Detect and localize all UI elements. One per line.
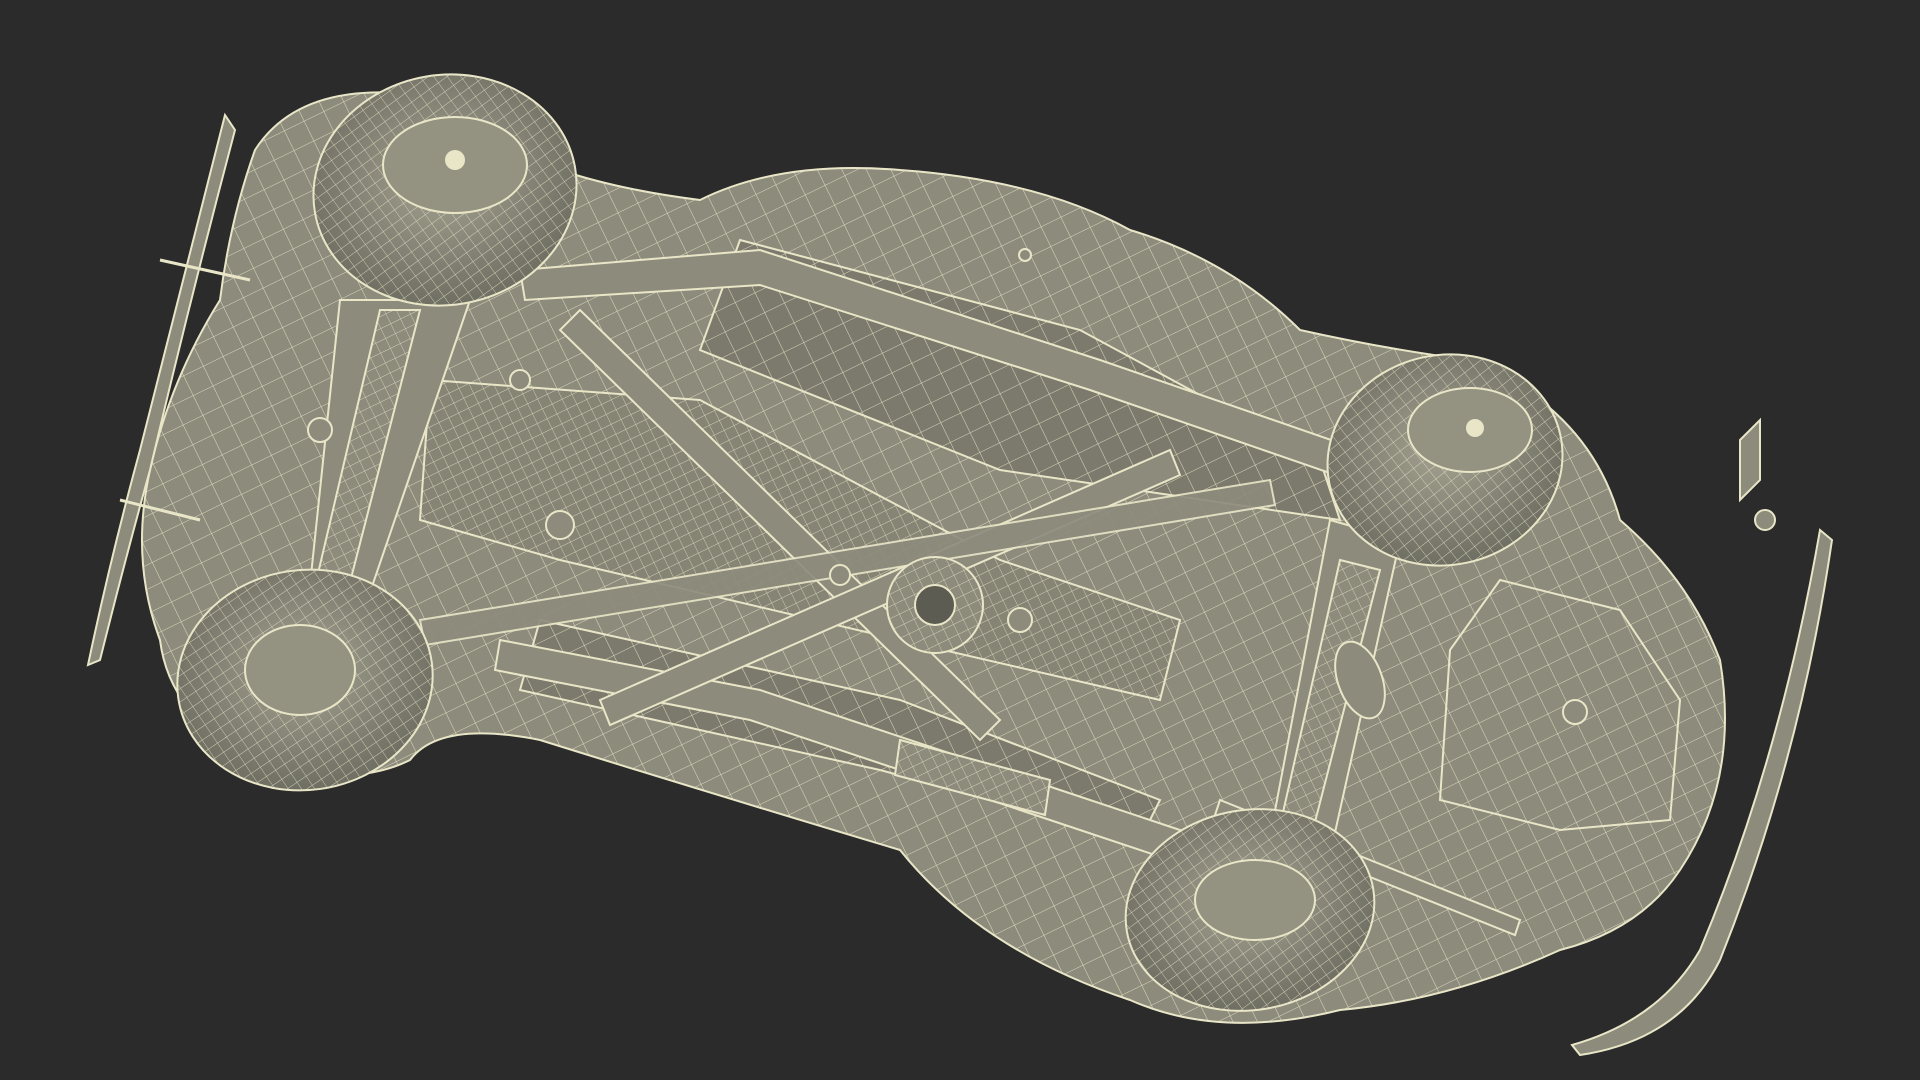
center-hub <box>886 556 984 654</box>
render-viewport <box>0 0 1920 1080</box>
car-underside-wireframe-render <box>0 0 1920 1080</box>
